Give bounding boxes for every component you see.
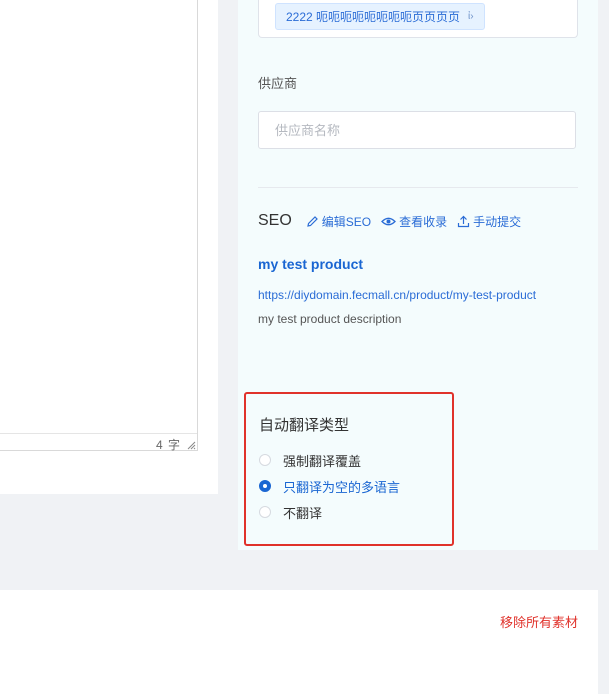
upload-icon: [458, 215, 470, 227]
radio-label: 只翻译为空的多语言: [283, 479, 401, 495]
supplier-field[interactable]: [258, 111, 576, 149]
view-indexing-button[interactable]: 查看收录: [381, 213, 447, 230]
seo-preview-description: my test product description: [258, 312, 402, 326]
seo-preview-url[interactable]: https://diydomain.fecmall.cn/product/my-…: [258, 288, 536, 302]
resize-handle-icon[interactable]: [186, 440, 196, 450]
seo-header: SEO 编辑SEO 查看收录 手动提交: [258, 210, 531, 232]
radio-button[interactable]: [259, 506, 271, 518]
word-count: 4 字: [155, 438, 181, 452]
seo-title: SEO: [258, 212, 292, 229]
eye-icon: [381, 217, 397, 225]
tag-select-box[interactable]: 2222 呃呃呃呃呃呃呃呃页页页页 ἰ›: [258, 0, 578, 38]
supplier-label: 供应商: [258, 76, 298, 91]
edit-seo-button[interactable]: 编辑SEO: [306, 213, 371, 230]
editor-statusbar: 4 字: [0, 433, 197, 452]
manual-submit-label: 手动提交: [473, 214, 522, 229]
remove-all-media-link[interactable]: 移除所有素材: [500, 612, 578, 631]
radio-no-translate[interactable]: 不翻译: [259, 504, 323, 521]
radio-force-translate[interactable]: 强制翻译覆盖: [259, 452, 362, 469]
rich-text-editor[interactable]: 4 字: [0, 0, 198, 452]
seo-preview-title[interactable]: my test product: [258, 256, 363, 272]
tag-label: 2222 呃呃呃呃呃呃呃呃页页页页: [286, 10, 461, 24]
supplier-input[interactable]: [259, 112, 575, 148]
pencil-icon: [307, 215, 318, 227]
radio-translate-empty-only[interactable]: 只翻译为空的多语言: [259, 478, 401, 495]
tag-chip[interactable]: 2222 呃呃呃呃呃呃呃呃页页页页 ἰ›: [275, 3, 485, 30]
auto-translate-title: 自动翻译类型: [259, 417, 350, 434]
radio-button[interactable]: [259, 480, 271, 492]
description-editor-card: 4 字: [0, 0, 218, 494]
media-card: 移除所有素材: [0, 590, 598, 694]
edit-seo-label: 编辑SEO: [321, 214, 372, 229]
radio-label: 强制翻译覆盖: [283, 453, 362, 469]
divider: [258, 187, 578, 188]
manual-submit-button[interactable]: 手动提交: [457, 213, 521, 230]
tag-expand-icon[interactable]: ἰ›: [468, 11, 474, 22]
view-indexing-label: 查看收录: [399, 214, 448, 229]
radio-button[interactable]: [259, 454, 271, 466]
radio-label: 不翻译: [283, 505, 323, 521]
auto-translate-section: 自动翻译类型 强制翻译覆盖 只翻译为空的多语言 不翻译: [244, 392, 454, 546]
